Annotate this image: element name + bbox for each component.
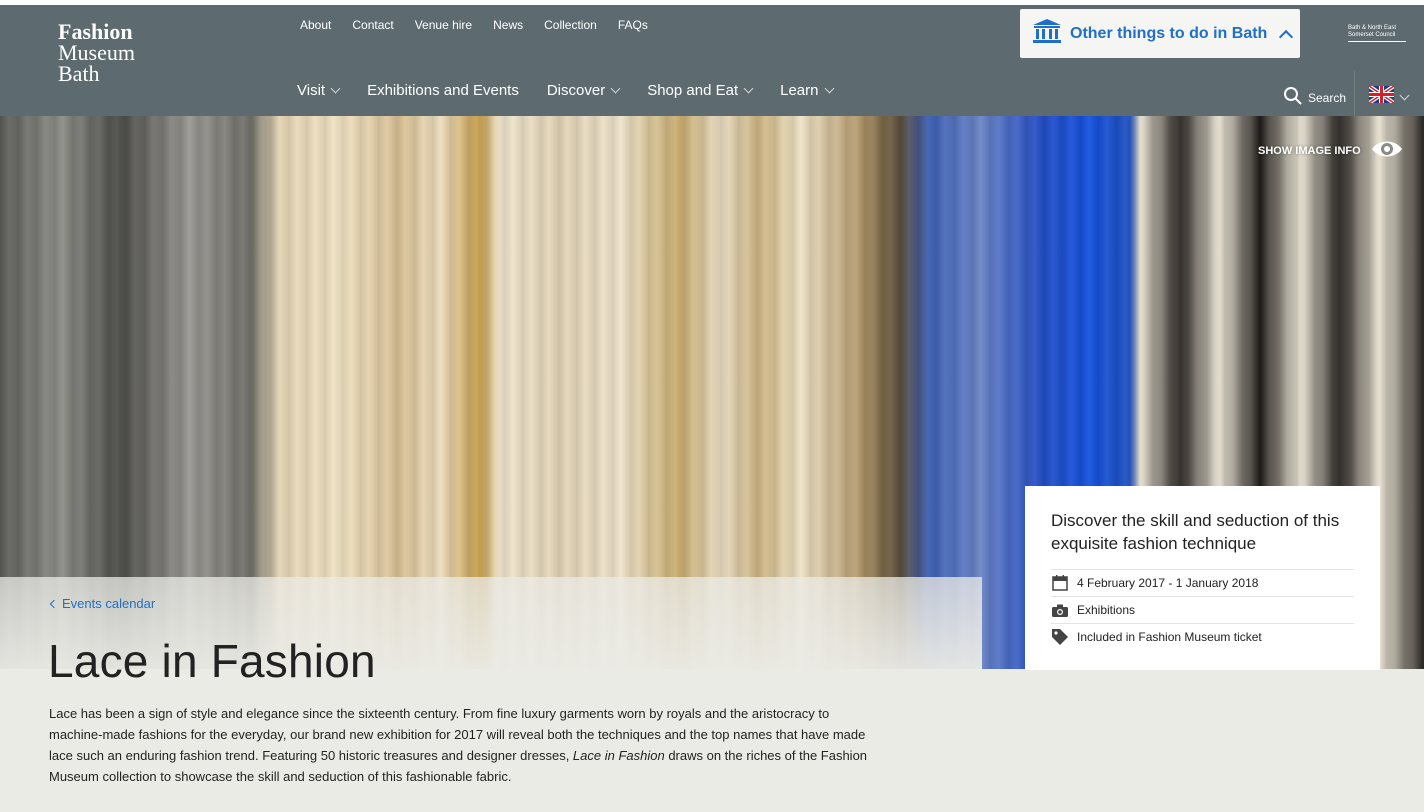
language-selector[interactable] bbox=[1367, 84, 1410, 108]
nav-item-label: Exhibitions and Events bbox=[367, 82, 519, 99]
logo-line-3: Bath bbox=[58, 61, 100, 86]
page-title: Lace in Fashion bbox=[48, 635, 376, 687]
chevron-down-icon bbox=[1399, 90, 1410, 100]
utility-link-contact[interactable]: Contact bbox=[352, 18, 393, 32]
building-columns-icon bbox=[1032, 18, 1062, 49]
event-price: Included in Fashion Museum ticket bbox=[1077, 630, 1262, 644]
nav-item-visit[interactable]: Visit bbox=[297, 82, 341, 99]
nav-item-exhibitions-and-events[interactable]: Exhibitions and Events bbox=[367, 82, 519, 99]
site-logo[interactable]: Fashion Museum Bath bbox=[58, 19, 135, 86]
utility-nav: About Contact Venue hire News Collection… bbox=[300, 18, 669, 32]
logo-line-1: Fashion bbox=[58, 19, 133, 44]
main-nav: Visit Exhibitions and Events Discover Sh… bbox=[297, 82, 861, 99]
nav-item-discover[interactable]: Discover bbox=[546, 82, 621, 99]
camera-icon bbox=[1051, 604, 1069, 617]
chevron-down-icon bbox=[824, 83, 834, 94]
chevron-down-icon bbox=[743, 83, 754, 94]
utility-link-venue-hire[interactable]: Venue hire bbox=[415, 18, 472, 32]
event-description: Lace has been a sign of style and elegan… bbox=[49, 703, 879, 787]
other-things-to-do-button[interactable]: Other things to do in Bath bbox=[1020, 9, 1300, 58]
event-category-row: Exhibitions bbox=[1051, 596, 1354, 623]
event-category: Exhibitions bbox=[1077, 603, 1136, 617]
uk-flag-icon bbox=[1367, 84, 1396, 108]
utility-link-about[interactable]: About bbox=[300, 18, 331, 32]
nav-item-shop-and-eat[interactable]: Shop and Eat bbox=[647, 82, 754, 99]
search-button[interactable]: Search bbox=[1284, 87, 1346, 108]
council-line-1: Bath & North East bbox=[1348, 25, 1397, 31]
utility-link-collection[interactable]: Collection bbox=[544, 18, 597, 32]
event-dates-row: 4 February 2017 - 1 January 2018 bbox=[1051, 569, 1354, 596]
event-info-card: Discover the skill and seduction of this… bbox=[1025, 486, 1380, 670]
utility-link-news[interactable]: News bbox=[493, 18, 523, 32]
event-dates: 4 February 2017 - 1 January 2018 bbox=[1077, 576, 1259, 590]
breadcrumb-label: Events calendar bbox=[62, 596, 156, 611]
council-logo[interactable]: Bath & North East Somerset Council bbox=[1348, 25, 1406, 42]
breadcrumb-events-calendar[interactable]: Events calendar bbox=[48, 596, 155, 611]
chevron-left-icon bbox=[49, 599, 59, 608]
nav-item-label: Visit bbox=[297, 82, 326, 99]
description-emphasis: Lace in Fashion bbox=[572, 748, 665, 763]
other-things-label: Other things to do in Bath bbox=[1070, 24, 1268, 42]
calendar-icon bbox=[1051, 575, 1069, 591]
chevron-down-icon bbox=[330, 83, 341, 94]
search-icon bbox=[1284, 87, 1302, 108]
site-header: Fashion Museum Bath About Contact Venue … bbox=[0, 5, 1424, 119]
card-tagline: Discover the skill and seduction of this… bbox=[1051, 511, 1340, 553]
nav-item-label: Shop and Eat bbox=[647, 82, 739, 99]
nav-item-label: Learn bbox=[780, 82, 819, 99]
price-tag-icon bbox=[1051, 628, 1069, 646]
nav-item-learn[interactable]: Learn bbox=[780, 82, 834, 99]
council-line-2: Somerset Council bbox=[1348, 32, 1396, 38]
show-image-info-button[interactable]: SHOW IMAGE INFO bbox=[1258, 138, 1403, 163]
search-label: Search bbox=[1308, 90, 1347, 105]
show-image-info-label: SHOW IMAGE INFO bbox=[1258, 144, 1361, 157]
eye-icon bbox=[1361, 138, 1403, 163]
chevron-up-icon bbox=[1279, 29, 1294, 44]
chevron-down-icon bbox=[610, 83, 621, 94]
header-divider bbox=[1354, 71, 1355, 119]
nav-item-label: Discover bbox=[546, 82, 606, 99]
event-price-row: Included in Fashion Museum ticket bbox=[1051, 623, 1354, 650]
logo-line-2: Museum bbox=[58, 40, 135, 65]
utility-link-faqs[interactable]: FAQs bbox=[618, 18, 648, 32]
